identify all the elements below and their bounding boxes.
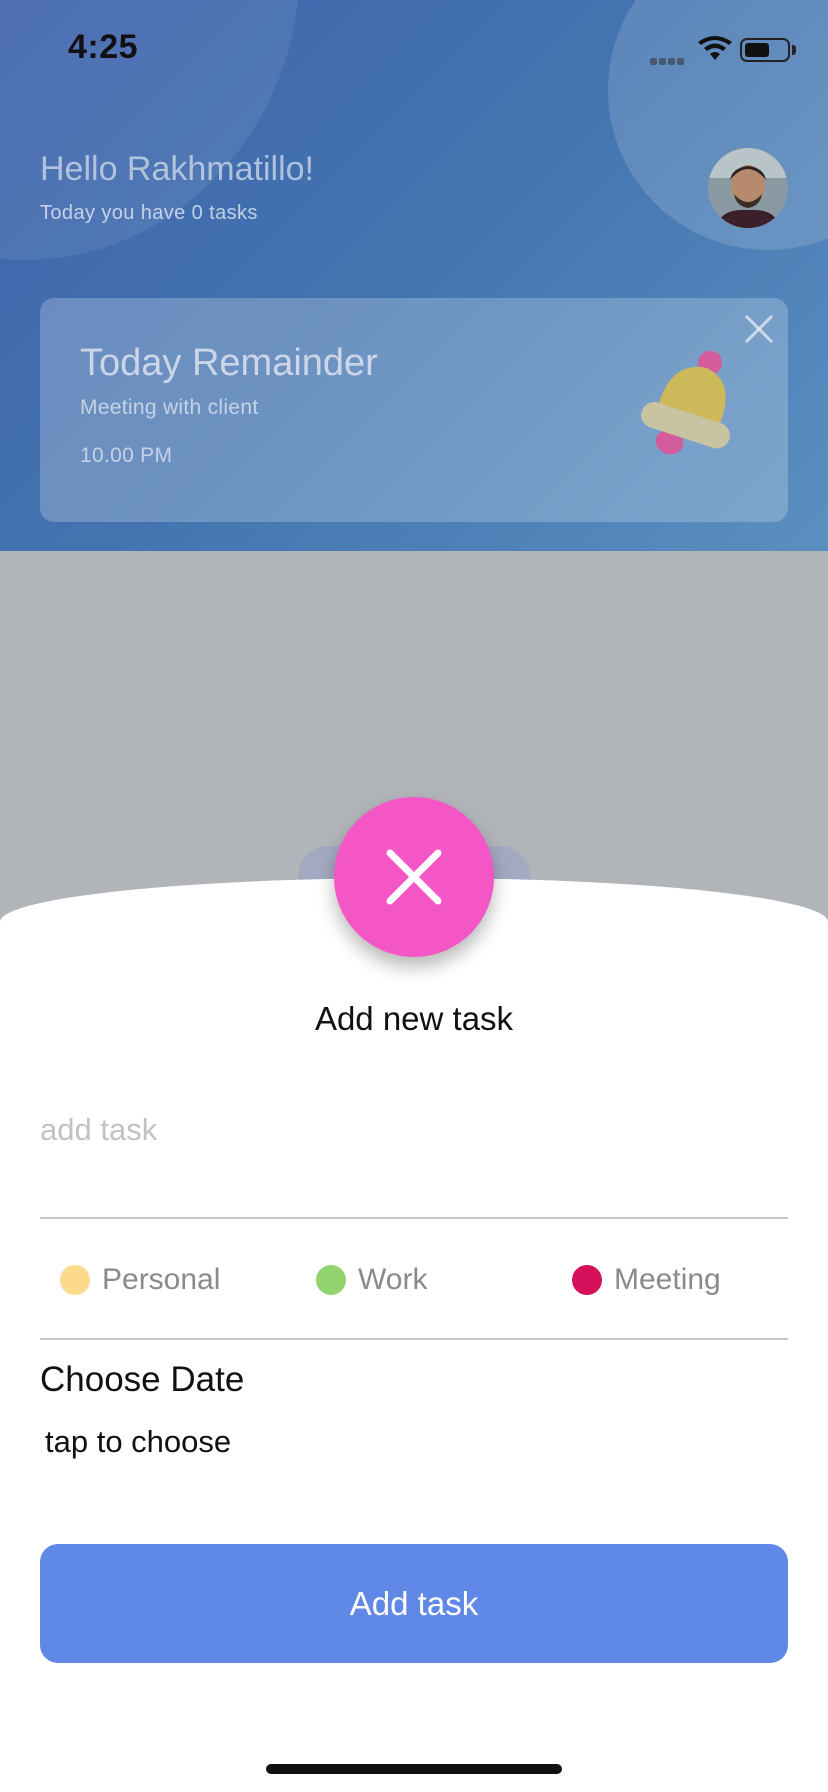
signal-icon bbox=[650, 52, 686, 70]
category-personal[interactable]: Personal bbox=[60, 1258, 220, 1302]
category-meeting[interactable]: Meeting bbox=[572, 1258, 721, 1302]
close-icon bbox=[386, 849, 442, 905]
bell-icon bbox=[641, 350, 730, 455]
close-sheet-button[interactable] bbox=[334, 797, 494, 957]
add-task-button[interactable]: Add task bbox=[40, 1544, 788, 1663]
reminder-time: 10.00 PM bbox=[80, 444, 173, 467]
battery-icon bbox=[740, 38, 790, 62]
wifi-icon bbox=[698, 36, 732, 60]
reminder-title: Today Remainder bbox=[80, 342, 378, 384]
date-picker-trigger[interactable]: tap to choose bbox=[45, 1424, 231, 1460]
work-dot-icon bbox=[316, 1265, 346, 1295]
category-label: Work bbox=[358, 1263, 428, 1296]
status-bar: 4:25 bbox=[0, 0, 828, 100]
divider bbox=[40, 1217, 788, 1219]
status-time: 4:25 bbox=[68, 28, 139, 66]
close-icon[interactable] bbox=[742, 312, 776, 346]
sheet-title: Add new task bbox=[314, 1000, 514, 1037]
category-work[interactable]: Work bbox=[316, 1258, 427, 1302]
reminder-card[interactable]: Today Remainder Meeting with client 10.0… bbox=[40, 298, 788, 522]
meeting-dot-icon bbox=[572, 1265, 602, 1295]
task-input[interactable] bbox=[40, 1100, 788, 1160]
battery-tip bbox=[792, 45, 796, 55]
reminder-subtitle: Meeting with client bbox=[80, 396, 259, 419]
category-label: Personal bbox=[102, 1263, 221, 1296]
avatar-image bbox=[708, 148, 788, 228]
avatar[interactable] bbox=[708, 148, 788, 228]
home-indicator[interactable] bbox=[266, 1764, 562, 1774]
personal-dot-icon bbox=[60, 1265, 90, 1295]
category-label: Meeting bbox=[614, 1263, 721, 1296]
choose-date-label: Choose Date bbox=[40, 1360, 245, 1399]
greeting-text: Hello Rakhmatillo! bbox=[40, 150, 314, 188]
divider bbox=[40, 1338, 788, 1340]
task-count-text: Today you have 0 tasks bbox=[40, 202, 258, 224]
